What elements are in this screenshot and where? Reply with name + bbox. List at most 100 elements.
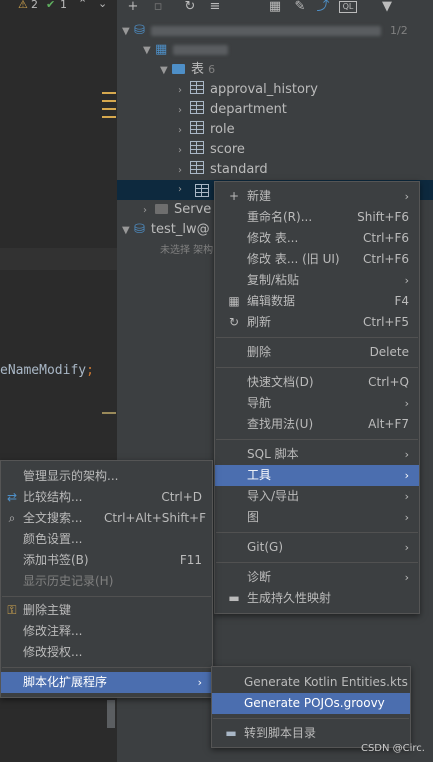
connection-2-hint: 未选择 架构: [160, 245, 214, 256]
menu-separator: [216, 337, 418, 338]
code-semicolon: ;: [86, 363, 94, 378]
folder-icon: ▬: [228, 591, 240, 605]
chevron-down-icon[interactable]: ▼: [122, 221, 134, 241]
context-menu: + 新建 › 重命名(R)... Shift+F6 修改 表... Ctrl+F6 修改…: [214, 181, 420, 614]
database-icon: ⛁: [134, 222, 145, 237]
menu-item-quick-doc[interactable]: 快速文档(D) Ctrl+Q: [215, 372, 419, 393]
menu-item-manage-schemas[interactable]: 管理显示的架构...: [1, 466, 212, 487]
chevron-down-icon[interactable]: ⌄: [98, 0, 107, 10]
editor-scrollbar[interactable]: [107, 700, 115, 728]
menu-item-drop-primary-key[interactable]: ⚿ 删除主键: [1, 600, 212, 621]
properties-icon[interactable]: ≡: [207, 0, 223, 14]
tree-tables-folder[interactable]: ▼ 表 6: [160, 60, 215, 80]
tree-server-objects[interactable]: › Serve: [143, 200, 211, 220]
add-icon[interactable]: +: [125, 0, 141, 14]
tree-table-item[interactable]: › standard: [178, 160, 268, 180]
menu-separator: [216, 562, 418, 563]
menu-separator: [2, 596, 211, 597]
table-icon: ▦: [228, 294, 240, 308]
menu-item-new[interactable]: + 新建 ›: [215, 186, 419, 207]
chevron-right-icon[interactable]: ›: [178, 141, 190, 161]
menu-item-delete[interactable]: 删除 Delete: [215, 342, 419, 363]
chevron-right-icon[interactable]: ›: [178, 121, 190, 141]
menu-item-compare-structure[interactable]: ⇄ 比较结构... Ctrl+D: [1, 487, 212, 508]
folder-icon: [155, 204, 168, 214]
menu-item-modify-table-old[interactable]: 修改 表... (旧 UI) Ctrl+F6: [215, 249, 419, 270]
ql-console-icon[interactable]: QL: [339, 1, 357, 13]
menu-item-color-settings[interactable]: 颜色设置...: [1, 529, 212, 550]
chevron-right-icon[interactable]: ›: [178, 101, 190, 121]
menu-item-add-bookmark[interactable]: 添加书签(B) F11: [1, 550, 212, 571]
table-name: approval_history: [210, 82, 318, 97]
scroll-marker: [102, 108, 116, 110]
warning-icon: ⚠: [18, 0, 28, 11]
menu-item-find-usages[interactable]: 查找用法(U) Alt+F7: [215, 414, 419, 435]
jump-icon[interactable]: ⤴: [315, 0, 331, 14]
menu-item-tools[interactable]: 工具 ›: [215, 465, 419, 486]
current-line-highlight: [0, 248, 117, 270]
menu-item-modify-comment[interactable]: 修改注释...: [1, 621, 212, 642]
menu-item-modify-table[interactable]: 修改 表... Ctrl+F6: [215, 228, 419, 249]
menu-item-generate-persistence[interactable]: ▬ 生成持久性映射: [215, 588, 419, 609]
tools-submenu: 管理显示的架构... ⇄ 比较结构... Ctrl+D ⌕ 全文搜索... Ctrl+A…: [0, 460, 213, 698]
compare-icon: ⇄: [6, 490, 18, 504]
menu-item-go-to-scripts-dir[interactable]: ▬ 转到脚本目录: [212, 723, 410, 744]
menu-item-refresh[interactable]: ↻ 刷新 Ctrl+F5: [215, 312, 419, 333]
chevron-up-icon[interactable]: ⌃: [78, 0, 87, 10]
menu-item-git[interactable]: Git(G) ›: [215, 537, 419, 558]
table-icon: [190, 121, 204, 134]
tree-connection-1[interactable]: ▼ ⛁ 1/2: [122, 21, 412, 41]
menu-item-sql-scripts[interactable]: SQL 脚本 ›: [215, 444, 419, 465]
scroll-marker: [102, 116, 116, 118]
menu-item-full-text-search[interactable]: ⌕ 全文搜索... Ctrl+Alt+Shift+F: [1, 508, 212, 529]
table-icon: [190, 81, 204, 94]
table-icon[interactable]: ▦: [267, 0, 283, 14]
tree-table-item[interactable]: › role: [178, 120, 235, 140]
tree-connection-2[interactable]: ▼ ⛁ test_lw@: [122, 220, 210, 240]
chevron-right-icon[interactable]: ›: [143, 201, 155, 221]
chevron-down-icon[interactable]: ▼: [160, 61, 172, 81]
menu-item-edit-data[interactable]: ▦ 编辑数据 F4: [215, 291, 419, 312]
warnings-count: 2: [31, 0, 38, 11]
tree-table-item[interactable]: › approval_history: [178, 80, 318, 100]
tree-table-item[interactable]: › score: [178, 140, 245, 160]
code-line[interactable]: eNameModify;: [0, 363, 94, 378]
chevron-right-icon: ›: [404, 448, 409, 461]
menu-item-navigate[interactable]: 导航 ›: [215, 393, 419, 414]
menu-item-import-export[interactable]: 导入/导出 ›: [215, 486, 419, 507]
menu-separator: [216, 439, 418, 440]
edit-icon[interactable]: ✎: [292, 0, 308, 14]
scroll-marker: [102, 92, 116, 94]
menu-separator: [216, 532, 418, 533]
filter-icon[interactable]: ▼: [379, 0, 395, 14]
menu-item-diagnostics[interactable]: 诊断 ›: [215, 567, 419, 588]
menu-separator: [2, 667, 211, 668]
chevron-right-icon: ›: [404, 541, 409, 554]
refresh-icon[interactable]: ↻: [182, 0, 198, 14]
menu-item-modify-grants[interactable]: 修改授权...: [1, 642, 212, 663]
chevron-right-icon: ›: [404, 274, 409, 287]
menu-item-generate-pojos[interactable]: Generate POJOs.groovy: [212, 693, 410, 714]
chevron-right-icon[interactable]: ›: [178, 81, 190, 101]
table-icon: [190, 161, 204, 174]
watermark: CSDN @Circ.: [360, 743, 425, 754]
tree-schema[interactable]: ▼ ▦: [143, 40, 229, 61]
chevron-right-icon[interactable]: ›: [178, 161, 190, 181]
copy-icon[interactable]: ▫: [150, 0, 166, 14]
table-icon: [190, 141, 204, 154]
chevron-right-icon[interactable]: ›: [178, 180, 190, 200]
menu-item-diagram[interactable]: 图 ›: [215, 507, 419, 528]
menu-item-rename[interactable]: 重命名(R)... Shift+F6: [215, 207, 419, 228]
chevron-down-icon[interactable]: ▼: [122, 22, 134, 42]
menu-item-generate-kotlin[interactable]: Generate Kotlin Entities.kts: [212, 672, 410, 693]
database-toolbar: + ▫ ↻ ≡ ▦ ✎ ⤴ QL ▼: [117, 0, 433, 16]
check-icon: ✔: [46, 0, 56, 11]
chevron-right-icon: ›: [404, 490, 409, 503]
chevron-down-icon[interactable]: ▼: [143, 41, 155, 61]
table-name: department: [210, 102, 287, 117]
tree-table-item[interactable]: › department: [178, 100, 287, 120]
menu-item-copy-paste[interactable]: 复制/粘贴 ›: [215, 270, 419, 291]
table-icon: [190, 101, 204, 114]
refresh-icon: ↻: [228, 315, 240, 329]
menu-item-scripted-extensions[interactable]: 脚本化扩展程序 ›: [1, 672, 212, 693]
